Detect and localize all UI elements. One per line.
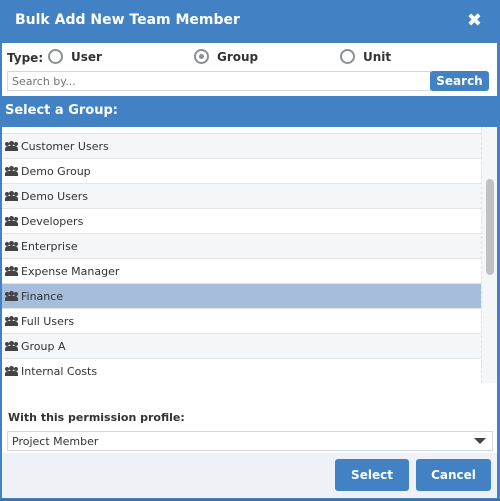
radio-circle[interactable]: [48, 49, 63, 64]
list-item[interactable]: Developers: [2, 209, 481, 234]
users-icon: [5, 366, 18, 376]
select-button[interactable]: Select: [335, 459, 409, 491]
list-item-label: Group A: [21, 339, 66, 353]
scrollbar[interactable]: [481, 127, 497, 383]
list-item[interactable]: Full Users: [2, 309, 481, 334]
permission-label: With this permission profile:: [8, 411, 185, 424]
search-button[interactable]: Search: [430, 71, 489, 91]
list-item[interactable]: Demo Group: [2, 159, 481, 184]
users-icon: [5, 341, 18, 351]
dialog-title: Bulk Add New Team Member: [15, 12, 240, 28]
users-icon: [5, 241, 18, 251]
list-item[interactable]: Expense Manager: [2, 259, 481, 284]
chevron-down-icon[interactable]: [474, 438, 486, 444]
group-list: Customer Users Demo Group Demo Users Develo…: [2, 127, 481, 383]
list-item-label: Internal Costs: [21, 364, 98, 378]
list-item-label: Customer Users: [21, 139, 109, 153]
radio-unit[interactable]: Unit: [340, 49, 391, 64]
list-item-label: Enterprise: [21, 239, 78, 253]
cancel-button[interactable]: Cancel: [416, 459, 491, 491]
radio-user[interactable]: User: [48, 49, 102, 64]
type-label: Type:: [7, 51, 44, 65]
permission-value: Project Member: [12, 435, 99, 448]
radio-circle[interactable]: [194, 49, 209, 64]
list-item[interactable]: Group A: [2, 334, 481, 359]
radio-circle[interactable]: [340, 49, 355, 64]
list-item-label: Developers: [21, 214, 84, 228]
scrollbar-thumb[interactable]: [486, 179, 494, 275]
close-icon[interactable]: ✖: [467, 10, 482, 31]
users-icon: [5, 316, 18, 326]
list-item[interactable]: Demo Users: [2, 184, 481, 209]
list-item: [2, 127, 481, 134]
list-item[interactable]: Internal Costs: [2, 359, 481, 383]
users-icon: [5, 291, 18, 301]
search-input[interactable]: [7, 71, 431, 91]
users-icon: [5, 166, 18, 176]
list-item[interactable]: Enterprise: [2, 234, 481, 259]
list-item-label: Expense Manager: [21, 264, 120, 278]
list-item-label: Finance: [21, 289, 64, 303]
bulk-add-dialog: Bulk Add New Team Member ✖ Type: User Gr…: [0, 0, 500, 499]
users-icon: [5, 266, 18, 276]
list-item-label: Demo Group: [21, 164, 91, 178]
users-icon: [5, 216, 18, 226]
list-item-label: Demo Users: [21, 189, 88, 203]
permission-select[interactable]: Project Member: [7, 431, 493, 451]
list-item[interactable]: Customer Users: [2, 134, 481, 159]
radio-label: Group: [217, 49, 259, 64]
list-item-label: Full Users: [21, 314, 75, 328]
radio-group[interactable]: Group: [194, 49, 258, 64]
users-icon: [5, 141, 18, 151]
radio-label: Unit: [363, 49, 392, 64]
dialog-body: Type: User Group Unit Search Select a Gr…: [2, 43, 497, 498]
dialog-footer: Select Cancel: [2, 453, 497, 498]
radio-label: User: [71, 49, 102, 64]
list-item[interactable]: Finance: [2, 284, 481, 309]
group-list-header: Select a Group:: [2, 96, 497, 127]
users-icon: [5, 191, 18, 201]
